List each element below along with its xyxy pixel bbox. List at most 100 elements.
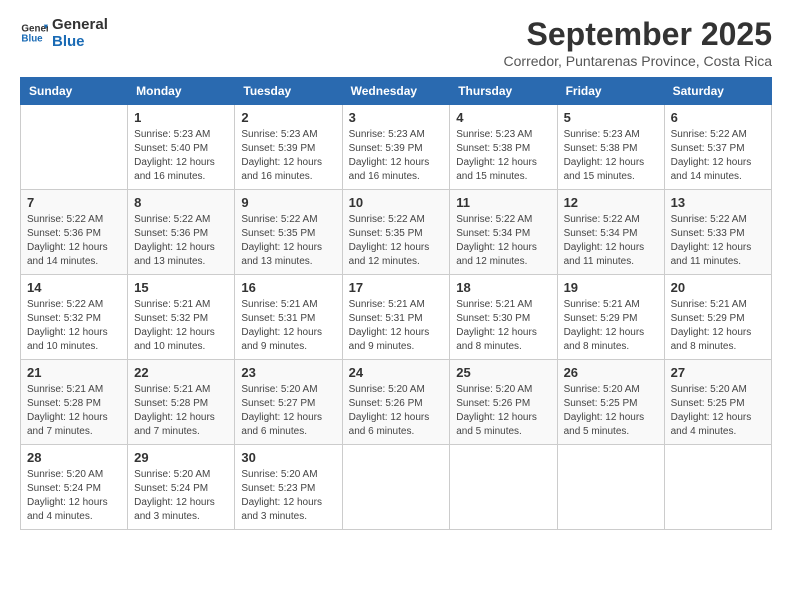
calendar-cell: 14 Sunrise: 5:22 AMSunset: 5:32 PMDayligh… [21, 275, 128, 360]
day-number: 6 [671, 110, 765, 125]
day-info: Sunrise: 5:23 AMSunset: 5:39 PMDaylight:… [349, 128, 444, 184]
day-number: 20 [671, 280, 765, 295]
day-number: 17 [349, 280, 444, 295]
day-number: 13 [671, 195, 765, 210]
title-area: September 2025 Corredor, Puntarenas Prov… [504, 16, 772, 69]
calendar-cell: 19Sunrise: 5:21 AMSunset: 5:29 PMDayligh… [557, 275, 664, 360]
calendar-cell [21, 105, 128, 190]
weekday-header-tuesday: Tuesday [235, 78, 342, 105]
calendar-cell: 15 Sunrise: 5:21 AMSunset: 5:32 PMDayligh… [128, 275, 235, 360]
weekday-header-wednesday: Wednesday [342, 78, 450, 105]
calendar-cell: 3 Sunrise: 5:23 AMSunset: 5:39 PMDaylight… [342, 105, 450, 190]
calendar-cell: 13 Sunrise: 5:22 AMSunset: 5:33 PMDayligh… [664, 190, 771, 275]
calendar-cell: 25 Sunrise: 5:20 AMSunset: 5:26 PMDayligh… [450, 360, 557, 445]
calendar-cell: 20 Sunrise: 5:21 AMSunset: 5:29 PMDayligh… [664, 275, 771, 360]
month-year: September 2025 [504, 16, 772, 53]
logo: General Blue General Blue [20, 16, 108, 50]
day-info: Sunrise: 5:22 AMSunset: 5:34 PMDaylight:… [564, 213, 658, 269]
weekday-header-friday: Friday [557, 78, 664, 105]
day-number: 23 [241, 365, 335, 380]
day-number: 26 [564, 365, 658, 380]
calendar-cell [450, 445, 557, 530]
calendar-cell: 10 Sunrise: 5:22 AMSunset: 5:35 PMDayligh… [342, 190, 450, 275]
calendar-cell: 29 Sunrise: 5:20 AMSunset: 5:24 PMDayligh… [128, 445, 235, 530]
header: General Blue General Blue September 2025… [20, 16, 772, 69]
calendar-cell: 30Sunrise: 5:20 AMSunset: 5:23 PMDayligh… [235, 445, 342, 530]
day-number: 29 [134, 450, 228, 465]
calendar-cell: 28 Sunrise: 5:20 AMSunset: 5:24 PMDayligh… [21, 445, 128, 530]
day-info: Sunrise: 5:22 AMSunset: 5:36 PMDaylight:… [27, 213, 121, 269]
week-row-1: 1Sunrise: 5:23 AMSunset: 5:40 PMDaylight… [21, 105, 772, 190]
calendar-cell: 17 Sunrise: 5:21 AMSunset: 5:31 PMDayligh… [342, 275, 450, 360]
day-number: 24 [349, 365, 444, 380]
svg-text:Blue: Blue [21, 33, 43, 44]
calendar-cell: 24Sunrise: 5:20 AMSunset: 5:26 PMDayligh… [342, 360, 450, 445]
day-info: Sunrise: 5:22 AMSunset: 5:36 PMDaylight:… [134, 213, 228, 269]
day-info: Sunrise: 5:23 AMSunset: 5:38 PMDaylight:… [564, 128, 658, 184]
week-row-2: 7 Sunrise: 5:22 AMSunset: 5:36 PMDaylight… [21, 190, 772, 275]
day-info: Sunrise: 5:23 AMSunset: 5:38 PMDaylight:… [456, 128, 550, 184]
day-number: 4 [456, 110, 550, 125]
day-info: Sunrise: 5:20 AMSunset: 5:24 PMDaylight:… [27, 468, 121, 524]
day-info: Sunrise: 5:21 AMSunset: 5:29 PMDaylight:… [671, 298, 765, 354]
day-info: Sunrise: 5:20 AMSunset: 5:25 PMDaylight:… [564, 383, 658, 439]
calendar-cell: 22 Sunrise: 5:21 AMSunset: 5:28 PMDayligh… [128, 360, 235, 445]
day-info: Sunrise: 5:20 AMSunset: 5:24 PMDaylight:… [134, 468, 228, 524]
calendar-cell: 4 Sunrise: 5:23 AMSunset: 5:38 PMDaylight… [450, 105, 557, 190]
day-info: Sunrise: 5:22 AMSunset: 5:33 PMDaylight:… [671, 213, 765, 269]
week-row-4: 21 Sunrise: 5:21 AMSunset: 5:28 PMDayligh… [21, 360, 772, 445]
day-info: Sunrise: 5:22 AMSunset: 5:35 PMDaylight:… [349, 213, 444, 269]
day-number: 15 [134, 280, 228, 295]
weekday-header-saturday: Saturday [664, 78, 771, 105]
day-number: 25 [456, 365, 550, 380]
day-info: Sunrise: 5:20 AMSunset: 5:27 PMDaylight:… [241, 383, 335, 439]
week-row-3: 14 Sunrise: 5:22 AMSunset: 5:32 PMDayligh… [21, 275, 772, 360]
calendar-cell: 7 Sunrise: 5:22 AMSunset: 5:36 PMDaylight… [21, 190, 128, 275]
calendar-cell [557, 445, 664, 530]
location: Corredor, Puntarenas Province, Costa Ric… [504, 53, 772, 69]
day-info: Sunrise: 5:20 AMSunset: 5:26 PMDaylight:… [456, 383, 550, 439]
day-info: Sunrise: 5:23 AMSunset: 5:40 PMDaylight:… [134, 128, 228, 184]
day-number: 28 [27, 450, 121, 465]
day-number: 22 [134, 365, 228, 380]
day-number: 18 [456, 280, 550, 295]
day-info: Sunrise: 5:23 AMSunset: 5:39 PMDaylight:… [241, 128, 335, 184]
calendar-cell: 16 Sunrise: 5:21 AMSunset: 5:31 PMDayligh… [235, 275, 342, 360]
day-number: 12 [564, 195, 658, 210]
day-number: 11 [456, 195, 550, 210]
calendar-cell [664, 445, 771, 530]
calendar-cell: 18Sunrise: 5:21 AMSunset: 5:30 PMDayligh… [450, 275, 557, 360]
day-number: 7 [27, 195, 121, 210]
day-number: 14 [27, 280, 121, 295]
week-row-5: 28 Sunrise: 5:20 AMSunset: 5:24 PMDayligh… [21, 445, 772, 530]
calendar-cell [342, 445, 450, 530]
calendar-cell: 6 Sunrise: 5:22 AMSunset: 5:37 PMDaylight… [664, 105, 771, 190]
calendar-cell: 1Sunrise: 5:23 AMSunset: 5:40 PMDaylight… [128, 105, 235, 190]
calendar-cell: 5Sunrise: 5:23 AMSunset: 5:38 PMDaylight… [557, 105, 664, 190]
day-info: Sunrise: 5:21 AMSunset: 5:31 PMDaylight:… [349, 298, 444, 354]
logo-blue: Blue [52, 33, 108, 50]
day-number: 21 [27, 365, 121, 380]
calendar-cell: 21 Sunrise: 5:21 AMSunset: 5:28 PMDayligh… [21, 360, 128, 445]
weekday-header-row: SundayMondayTuesdayWednesdayThursdayFrid… [21, 78, 772, 105]
calendar-cell: 23 Sunrise: 5:20 AMSunset: 5:27 PMDayligh… [235, 360, 342, 445]
calendar-cell: 12 Sunrise: 5:22 AMSunset: 5:34 PMDayligh… [557, 190, 664, 275]
day-number: 3 [349, 110, 444, 125]
calendar-cell: 26 Sunrise: 5:20 AMSunset: 5:25 PMDayligh… [557, 360, 664, 445]
day-info: Sunrise: 5:21 AMSunset: 5:28 PMDaylight:… [27, 383, 121, 439]
day-number: 10 [349, 195, 444, 210]
weekday-header-monday: Monday [128, 78, 235, 105]
logo-general: General [52, 16, 108, 33]
day-info: Sunrise: 5:22 AMSunset: 5:37 PMDaylight:… [671, 128, 765, 184]
day-info: Sunrise: 5:21 AMSunset: 5:31 PMDaylight:… [241, 298, 335, 354]
calendar-table: SundayMondayTuesdayWednesdayThursdayFrid… [20, 77, 772, 530]
day-number: 16 [241, 280, 335, 295]
calendar-cell: 27Sunrise: 5:20 AMSunset: 5:25 PMDayligh… [664, 360, 771, 445]
day-info: Sunrise: 5:21 AMSunset: 5:32 PMDaylight:… [134, 298, 228, 354]
day-info: Sunrise: 5:22 AMSunset: 5:35 PMDaylight:… [241, 213, 335, 269]
day-number: 8 [134, 195, 228, 210]
day-info: Sunrise: 5:20 AMSunset: 5:23 PMDaylight:… [241, 468, 335, 524]
day-info: Sunrise: 5:22 AMSunset: 5:32 PMDaylight:… [27, 298, 121, 354]
calendar-cell: 11Sunrise: 5:22 AMSunset: 5:34 PMDayligh… [450, 190, 557, 275]
day-info: Sunrise: 5:21 AMSunset: 5:28 PMDaylight:… [134, 383, 228, 439]
